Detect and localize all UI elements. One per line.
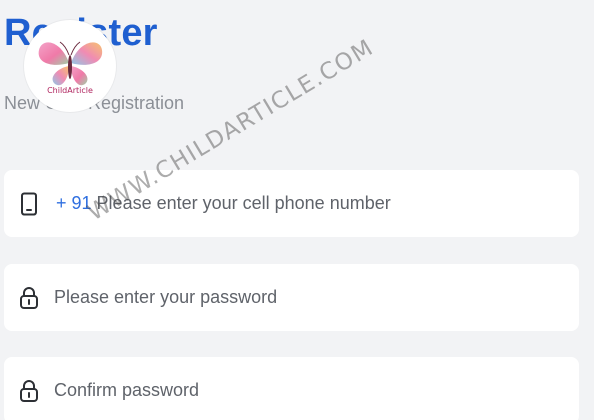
registration-page: Register New User Registration + 91 Plea… [0, 0, 594, 420]
watermark-logo: ChildArticle [24, 20, 116, 112]
confirm-password-placeholder: Confirm password [54, 380, 200, 400]
phone-placeholder: Please enter your cell phone number [96, 193, 391, 213]
lock-icon [16, 285, 42, 311]
password-placeholder: Please enter your password [54, 287, 278, 307]
watermark-logo-text: ChildArticle [47, 86, 93, 95]
lock-icon [16, 378, 42, 404]
confirm-password-input[interactable]: Confirm password [4, 357, 579, 420]
country-code[interactable]: + 91 [56, 193, 92, 214]
phone-input[interactable]: + 91 Please enter your cell phone number [4, 170, 579, 237]
password-input[interactable]: Please enter your password [4, 264, 579, 331]
butterfly-icon [38, 41, 103, 86]
phone-icon [16, 191, 42, 217]
